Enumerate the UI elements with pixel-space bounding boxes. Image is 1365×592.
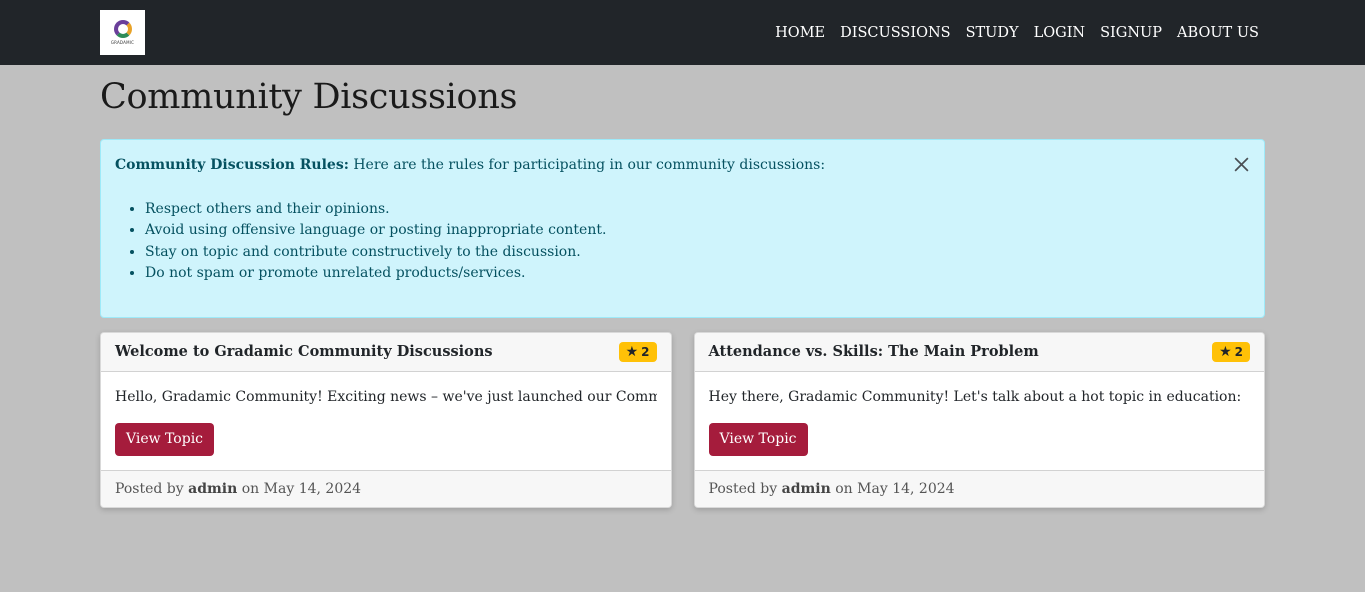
- card-body: Hey there, Gradamic Community! Let's tal…: [695, 372, 1265, 470]
- logo-mark-icon: [113, 20, 132, 38]
- card-footer: Posted by admin on May 14, 2024: [101, 469, 671, 507]
- topic-cards: Welcome to Gradamic Community Discussion…: [100, 331, 1265, 508]
- rules-title: Community Discussion Rules:: [115, 157, 349, 173]
- view-topic-button[interactable]: View Topic: [708, 422, 808, 456]
- on-label: on: [241, 480, 260, 497]
- rules-list: Respect others and their opinions. Avoid…: [115, 199, 1250, 285]
- star-icon: ★: [625, 343, 639, 360]
- topic-title: Attendance vs. Skills: The Main Problem: [708, 343, 1039, 360]
- on-label: on: [835, 480, 853, 497]
- star-icon: ★: [1219, 343, 1232, 360]
- star-badge: ★ 2: [1212, 341, 1250, 362]
- star-count: 2: [641, 344, 650, 359]
- posted-by-label: Posted by: [708, 480, 778, 497]
- rule-item: Do not spam or promote unrelated product…: [145, 263, 1250, 285]
- star-count: 2: [1234, 344, 1243, 359]
- site-logo[interactable]: GRADAMIC: [100, 10, 145, 55]
- rules-intro-text: Here are the rules for participating in …: [353, 157, 826, 173]
- nav-link-study[interactable]: STUDY: [966, 25, 1019, 41]
- posted-by-label: Posted by: [115, 480, 184, 497]
- nav-link-about-us[interactable]: ABOUT US: [1177, 25, 1259, 41]
- topic-author: admin: [188, 480, 238, 497]
- topic-author: admin: [781, 480, 831, 497]
- nav-link-discussions[interactable]: DISCUSSIONS: [840, 25, 950, 41]
- nav-links: HOME DISCUSSIONS STUDY LOGIN SIGNUP ABOU…: [775, 25, 1259, 41]
- page-title: Community Discussions: [100, 77, 518, 117]
- card-body: Hello, Gradamic Community! Exciting news…: [101, 372, 671, 470]
- topic-excerpt: Hey there, Gradamic Community! Let's tal…: [708, 388, 1242, 405]
- rule-item: Respect others and their opinions.: [145, 199, 1250, 221]
- topic-date: May 14, 2024: [857, 480, 955, 497]
- navbar: GRADAMIC HOME DISCUSSIONS STUDY LOGIN SI…: [0, 0, 1365, 65]
- topic-title: Welcome to Gradamic Community Discussion…: [115, 343, 493, 360]
- logo-text: GRADAMIC: [110, 40, 135, 45]
- topic-excerpt: Hello, Gradamic Community! Exciting news…: [115, 388, 657, 405]
- star-badge: ★ 2: [618, 341, 657, 362]
- nav-link-login[interactable]: LOGIN: [1034, 25, 1086, 41]
- topic-card: Attendance vs. Skills: The Main Problem …: [693, 331, 1265, 508]
- nav-link-home[interactable]: HOME: [775, 25, 825, 41]
- card-header: Welcome to Gradamic Community Discussion…: [101, 332, 671, 372]
- topic-card: Welcome to Gradamic Community Discussion…: [100, 331, 672, 508]
- card-header: Attendance vs. Skills: The Main Problem …: [694, 332, 1264, 372]
- card-footer: Posted by admin on May 14, 2024: [694, 469, 1264, 507]
- view-topic-button[interactable]: View Topic: [115, 422, 215, 456]
- rules-intro: Community Discussion Rules: Here are the…: [115, 155, 1250, 177]
- close-icon[interactable]: [1233, 156, 1250, 173]
- rules-alert: Community Discussion Rules: Here are the…: [100, 139, 1265, 318]
- rule-item: Stay on topic and contribute constructiv…: [145, 242, 1250, 264]
- rule-item: Avoid using offensive language or postin…: [145, 220, 1250, 242]
- nav-link-signup[interactable]: SIGNUP: [1100, 25, 1162, 41]
- main-content: Community Discussions Community Discussi…: [0, 77, 1365, 508]
- topic-date: May 14, 2024: [263, 480, 362, 497]
